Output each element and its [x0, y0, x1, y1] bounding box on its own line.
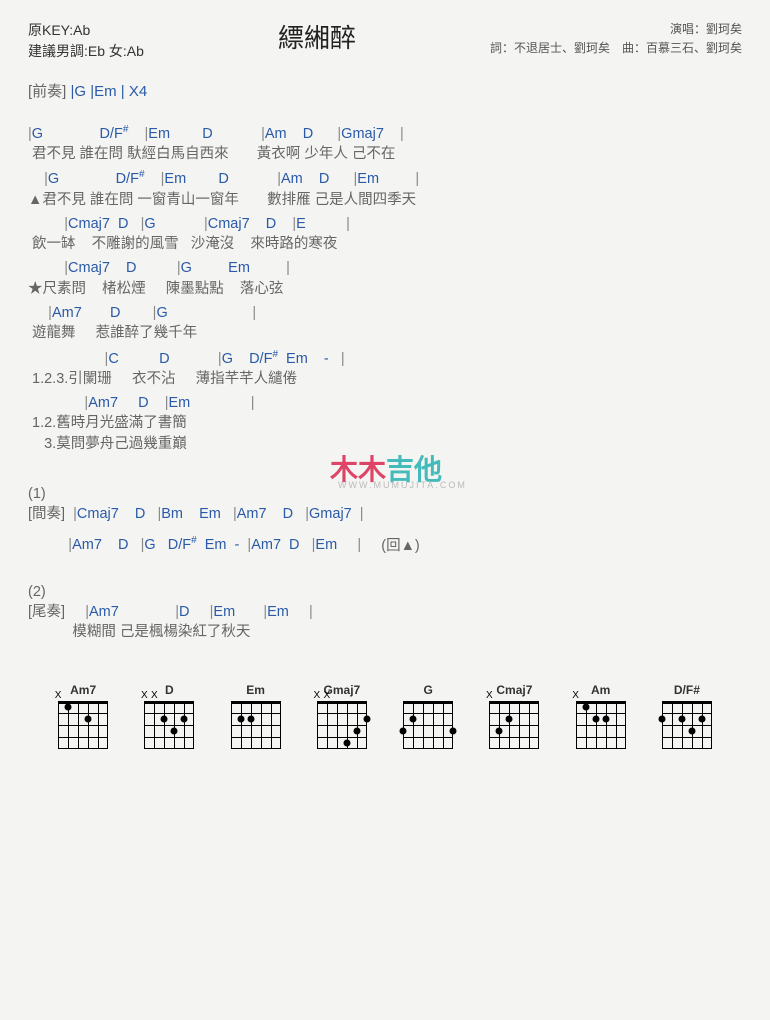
chord-diagram: G	[392, 683, 464, 749]
fretboard: X	[58, 701, 108, 749]
finger-dot	[353, 727, 360, 734]
lyric-row: 1.2.舊時月光盛滿了書簡	[28, 413, 742, 433]
chord-diagram: Am7X	[47, 683, 119, 749]
line: |Am7 D |G | 遊龍舞 惹誰醉了幾千年	[28, 303, 742, 344]
interlude-line-1: [間奏] |Cmaj7 D |Bm Em |Am7 D |Gmaj7 |	[28, 504, 742, 524]
fretboard: X	[576, 701, 626, 749]
interlude-line-2: |Am7 D |G D/F# Em - |Am7 D |Em | (回▲)	[28, 535, 742, 556]
chord-row: |Cmaj7 D |G |Cmaj7 D |E |	[28, 214, 742, 234]
line: |Am7 D |Em | 1.2.舊時月光盛滿了書簡 3.莫問夢舟己過幾重巔	[28, 393, 742, 454]
finger-dot	[658, 715, 665, 722]
chord-diagram: Cmaj7X	[478, 683, 550, 749]
section-1: (1) [間奏] |Cmaj7 D |Bm Em |Am7 D |Gmaj7 |…	[28, 484, 742, 556]
finger-dot	[582, 703, 589, 710]
lyric-row: ▲君不見 誰在問 一窗青山一窗年 數排雁 己是人間四季天	[28, 190, 742, 210]
finger-dot	[602, 715, 609, 722]
mute-mark: X	[324, 690, 331, 701]
chord-diagrams: Am7XDXX Em Gmaj7XX G Cmaj7XAmX D/F#	[28, 675, 742, 759]
finger-dot	[496, 727, 503, 734]
finger-dot	[363, 715, 370, 722]
body-lines: |G D/F# |Em D |Am D |Gmaj7 | 君不見 誰在問 馱經白…	[28, 123, 742, 454]
mute-mark: X	[141, 690, 148, 701]
finger-dot	[171, 727, 178, 734]
diagram-title: G	[392, 683, 464, 697]
chord-row: |G D/F# |Em D |Am D |Gmaj7 |	[28, 123, 742, 144]
section-2-num: (2)	[28, 582, 742, 602]
finger-dot	[343, 739, 350, 746]
original-key: 原KEY:Ab	[28, 20, 144, 41]
finger-dot	[161, 715, 168, 722]
fretboard	[403, 701, 453, 749]
fretboard	[231, 701, 281, 749]
fretboard: X	[489, 701, 539, 749]
chord-diagram: DXX	[133, 683, 205, 749]
finger-dot	[410, 715, 417, 722]
lyric-row: 1.2.3.引闌珊 衣不沾 薄指芊芊人繾倦	[28, 369, 742, 389]
line: |Cmaj7 D |G |Cmaj7 D |E | 飲一缽 不雕謝的風雪 沙淹沒…	[28, 214, 742, 255]
chord-row: |Am7 D |G |	[28, 303, 742, 323]
outro-lyrics: 模糊間 己是楓楊染紅了秋天	[28, 622, 742, 642]
singer: 劉珂矣	[706, 22, 742, 36]
watermark-url: WWW.MUMUJITA.COM	[338, 480, 467, 490]
chord-diagram: Em	[220, 683, 292, 749]
chord-row: |Am7 D |Em |	[28, 393, 742, 413]
chord-row: |G D/F# |Em D |Am D |Em |	[28, 168, 742, 189]
mute-mark: X	[314, 690, 321, 701]
outro-chords: [尾奏] |Am7 |D |Em |Em |	[28, 602, 742, 622]
key-info: 原KEY:Ab 建議男調:Eb 女:Ab	[28, 20, 144, 62]
chord-row: |Cmaj7 D |G Em |	[28, 258, 742, 278]
intro-label: [前奏]	[28, 83, 66, 100]
finger-dot	[237, 715, 244, 722]
fretboard: XX	[144, 701, 194, 749]
intro-chords: |G |Em | X4	[66, 83, 147, 100]
mute-mark: X	[55, 690, 62, 701]
finger-dot	[688, 727, 695, 734]
lyric-row: 飲一缽 不雕謝的風雪 沙淹沒 來時路的寒夜	[28, 234, 742, 254]
section-2: (2) [尾奏] |Am7 |D |Em |Em | 模糊間 己是楓楊染紅了秋天	[28, 582, 742, 643]
finger-dot	[592, 715, 599, 722]
mute-mark: X	[486, 690, 493, 701]
finger-dot	[506, 715, 513, 722]
finger-dot	[181, 715, 188, 722]
diagram-title: D/F#	[651, 683, 723, 697]
line: |Cmaj7 D |G Em |★尺素問 楮松煙 陳墨點點 落心弦	[28, 258, 742, 299]
chord-diagram: AmX	[565, 683, 637, 749]
finger-dot	[247, 715, 254, 722]
singer-prefix: 演唱：	[670, 22, 706, 36]
finger-dot	[85, 715, 92, 722]
finger-dot	[400, 727, 407, 734]
song-title: 縹緗醉	[278, 18, 356, 55]
mute-mark: X	[151, 690, 158, 701]
lyricist-composer: 詞：不退居士、劉珂矣 曲：百慕三石、劉珂矣	[490, 39, 742, 58]
line: |C D |G D/F# Em - | 1.2.3.引闌珊 衣不沾 薄指芊芊人繾…	[28, 348, 742, 389]
line: |G D/F# |Em D |Am D |Em |▲君不見 誰在問 一窗青山一窗…	[28, 168, 742, 209]
lyric-row-alt: 3.莫問夢舟己過幾重巔	[28, 434, 742, 454]
suggested-key: 建議男調:Eb 女:Ab	[28, 41, 144, 62]
intro-line: [前奏] |G |Em | X4	[28, 80, 742, 101]
mute-mark: X	[572, 690, 579, 701]
lyric-row: 君不見 誰在問 馱經白馬自西來 黃衣啊 少年人 己不在	[28, 144, 742, 164]
chord-diagram: D/F#	[651, 683, 723, 749]
header: 原KEY:Ab 建議男調:Eb 女:Ab 縹緗醉 演唱：劉珂矣 詞：不退居士、劉…	[28, 20, 742, 62]
finger-dot	[450, 727, 457, 734]
finger-dot	[65, 703, 72, 710]
fretboard	[662, 701, 712, 749]
finger-dot	[678, 715, 685, 722]
lyric-row: ★尺素問 楮松煙 陳墨點點 落心弦	[28, 279, 742, 299]
chord-sheet: 原KEY:Ab 建議男調:Eb 女:Ab 縹緗醉 演唱：劉珂矣 詞：不退居士、劉…	[0, 0, 770, 779]
lyric-row: 遊龍舞 惹誰醉了幾千年	[28, 323, 742, 343]
line: |G D/F# |Em D |Am D |Gmaj7 | 君不見 誰在問 馱經白…	[28, 123, 742, 164]
fretboard: XX	[317, 701, 367, 749]
chord-diagram: Gmaj7XX	[306, 683, 378, 749]
finger-dot	[698, 715, 705, 722]
credits: 演唱：劉珂矣 詞：不退居士、劉珂矣 曲：百慕三石、劉珂矣	[490, 20, 742, 58]
diagram-title: Em	[220, 683, 292, 697]
chord-row: |C D |G D/F# Em - |	[28, 348, 742, 369]
